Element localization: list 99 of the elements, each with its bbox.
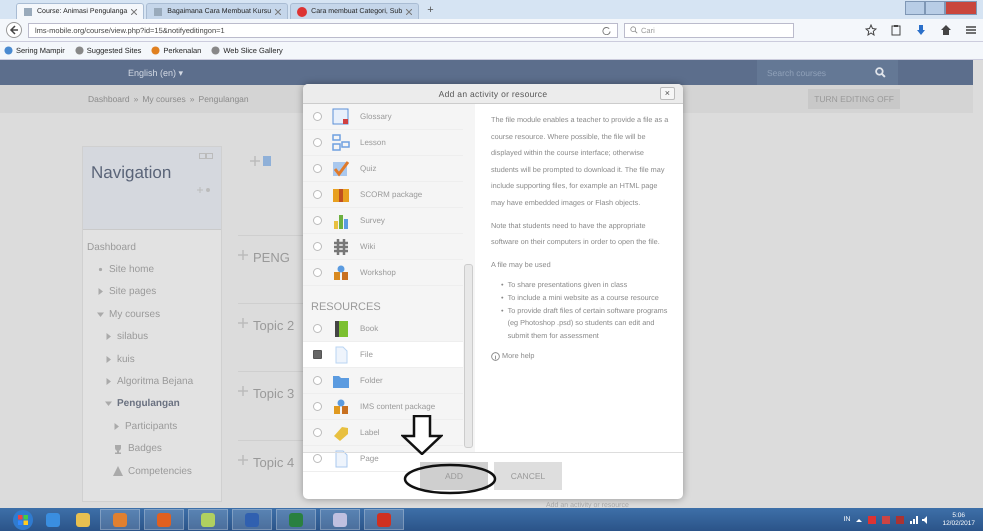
taskbar-app-icon[interactable]	[276, 509, 316, 530]
star-icon[interactable]	[865, 24, 877, 36]
move-icon[interactable]	[250, 156, 260, 166]
taskbar-app-icon[interactable]	[144, 509, 184, 530]
nav-item[interactable]: Dashboard	[87, 242, 136, 253]
page-icon	[23, 6, 33, 16]
nav-item[interactable]: Participants	[125, 420, 178, 432]
module-option[interactable]: Lesson	[303, 130, 463, 156]
collapsed-arrow-icon[interactable]	[97, 288, 104, 296]
move-icon[interactable]	[238, 454, 248, 465]
module-icon	[332, 160, 350, 178]
radio-button[interactable]	[313, 138, 322, 147]
section-heading: RESOURCES	[310, 300, 382, 315]
bullet-icon	[97, 266, 104, 274]
taskbar-app-icon[interactable]	[188, 509, 228, 530]
nav-item[interactable]: Pengulangan	[117, 398, 180, 410]
search-icon[interactable]	[875, 67, 886, 78]
module-icon	[332, 238, 350, 256]
breadcrumb-link[interactable]: Dashboard	[88, 94, 130, 104]
taskbar-app-icon[interactable]	[320, 509, 360, 530]
scrollbar-thumb[interactable]	[464, 264, 473, 448]
taskbar-app-icon[interactable]	[100, 509, 140, 530]
radio-button[interactable]	[313, 376, 322, 385]
reload-icon[interactable]	[602, 26, 611, 34]
section-title[interactable]: Topic 4	[251, 454, 294, 470]
module-icon	[332, 264, 350, 282]
radio-button[interactable]	[313, 350, 322, 359]
language-menu[interactable]: English (en) ▾	[128, 68, 184, 78]
radio-button[interactable]	[313, 324, 322, 333]
nav-item[interactable]: kuis	[117, 354, 135, 365]
window-controls-drawing[interactable]	[905, 1, 977, 15]
pyramid-icon	[113, 466, 123, 476]
close-icon[interactable]	[131, 8, 138, 14]
expanded-arrow-icon[interactable]	[105, 400, 112, 408]
radio-button[interactable]	[313, 454, 322, 463]
menu-icon[interactable]	[965, 24, 977, 36]
taskbar-app-icon[interactable]	[232, 509, 272, 530]
radio-button[interactable]	[313, 112, 322, 121]
radio-button[interactable]	[313, 190, 322, 199]
section-title[interactable]: Topic 3	[251, 386, 294, 402]
module-option[interactable]: SCORM package	[303, 182, 463, 208]
radio-button[interactable]	[313, 428, 322, 437]
collapsed-arrow-icon[interactable]	[113, 422, 120, 430]
nav-item[interactable]: Site pages	[109, 286, 156, 298]
module-icon	[332, 108, 350, 126]
page-icon	[153, 6, 164, 16]
radio-button[interactable]	[313, 268, 322, 277]
info-icon	[491, 352, 500, 362]
nav-item[interactable]: Site home	[109, 264, 154, 276]
collapsed-arrow-icon[interactable]	[105, 356, 112, 363]
block-title: Navigation	[91, 163, 172, 183]
home-icon[interactable]	[940, 24, 952, 36]
module-option[interactable]: Workshop	[303, 260, 463, 286]
back-icon[interactable]	[6, 22, 22, 38]
nav-item[interactable]: Competencies	[128, 466, 192, 477]
module-option[interactable]: File	[303, 342, 463, 368]
collapsed-arrow-icon[interactable]	[105, 378, 112, 386]
module-option[interactable]: Wiki	[303, 234, 463, 260]
module-icon	[332, 398, 350, 416]
section-title[interactable]: PENG	[251, 250, 290, 265]
radio-button[interactable]	[313, 242, 322, 251]
collapsed-arrow-icon[interactable]	[105, 333, 112, 340]
nav-item[interactable]: Badges	[128, 443, 162, 454]
move-and-gear-icon[interactable]	[197, 187, 213, 193]
circle-logo-icon	[297, 6, 308, 16]
breadcrumb-link[interactable]: Pengulangan	[198, 94, 249, 104]
breadcrumb-separator: »	[190, 94, 195, 104]
dock-icon[interactable]	[199, 153, 213, 159]
nav-item[interactable]: silabus	[117, 331, 148, 342]
move-icon[interactable]	[238, 386, 248, 396]
module-icon	[332, 320, 350, 338]
breadcrumb-separator: »	[134, 94, 138, 104]
trophy-icon	[113, 444, 123, 454]
download-icon[interactable]	[915, 24, 927, 36]
module-option[interactable]: Quiz	[303, 156, 463, 182]
search-icon	[630, 26, 638, 34]
module-option[interactable]: Folder	[303, 368, 463, 394]
dialog-title: Add an activity or resource	[438, 88, 548, 98]
module-option[interactable]: Glossary	[303, 104, 463, 130]
move-icon[interactable]	[238, 250, 248, 260]
radio-button[interactable]	[313, 402, 322, 411]
radio-button[interactable]	[313, 216, 322, 225]
breadcrumb-link[interactable]: My courses	[142, 94, 186, 104]
module-option[interactable]: Survey	[303, 208, 463, 234]
clipboard-icon[interactable]	[890, 24, 902, 36]
module-icon	[332, 134, 350, 152]
section-title[interactable]: Topic 2	[251, 318, 294, 334]
nav-item[interactable]: My courses	[109, 308, 160, 320]
new-tab-button[interactable]: +	[421, 4, 440, 16]
radio-button[interactable]	[313, 164, 322, 173]
start-button[interactable]	[10, 508, 36, 530]
expanded-arrow-icon[interactable]	[97, 310, 104, 318]
move-icon[interactable]	[238, 318, 248, 328]
taskbar-app-icon[interactable]	[364, 509, 404, 530]
cancel-button[interactable]: CANCEL	[494, 462, 562, 490]
close-icon[interactable]	[406, 8, 412, 14]
close-button[interactable]: ×	[660, 87, 675, 100]
nav-item[interactable]: Algoritma Bejana	[117, 376, 194, 388]
close-icon[interactable]	[275, 8, 282, 14]
